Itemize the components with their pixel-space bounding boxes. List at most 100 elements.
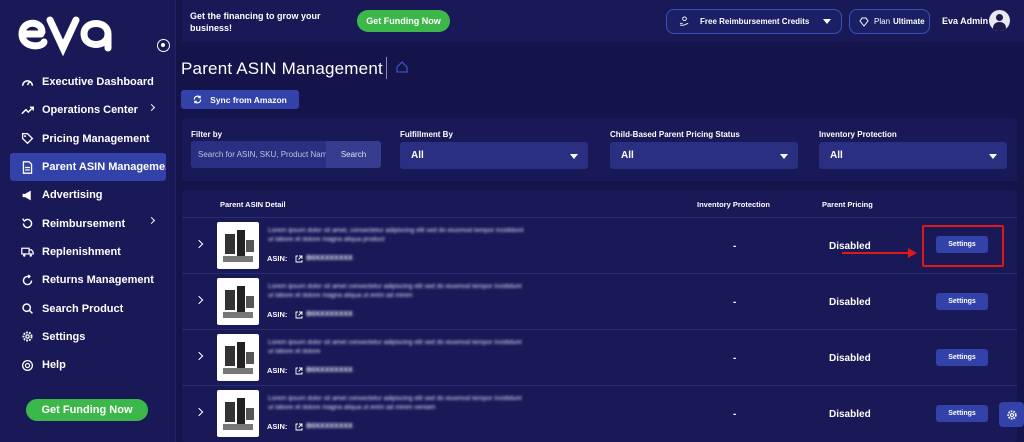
sidebar-collapse-button[interactable] (157, 39, 170, 52)
table-row: Lorem ipsum dolor sit amet consectetur a… (182, 329, 1017, 385)
product-title: Lorem ipsum dolor sit amet consectetur a… (268, 283, 522, 299)
asin-line: ASIN: B0XXXXXXXX (267, 366, 353, 375)
parent-pricing-status: Disabled (829, 241, 871, 252)
external-link-icon[interactable] (295, 423, 303, 431)
filter-panel: Filter by Search Fulfillment By All Chil… (182, 118, 1017, 181)
sidebar-item-label: Executive Dashboard (42, 76, 154, 89)
inventory-protection-label: Inventory Protection (819, 130, 897, 139)
caret-down-icon (989, 154, 997, 159)
sidebar-item-reimbursement[interactable]: Reimbursement (10, 209, 166, 237)
refund-icon (21, 217, 34, 230)
home-icon[interactable] (396, 61, 408, 73)
plan-prefix: Plan (874, 17, 891, 26)
asin-label: ASIN: (267, 254, 288, 263)
external-link-icon[interactable] (295, 311, 303, 319)
price-tag-icon (21, 132, 34, 145)
settings-button[interactable]: Settings (936, 349, 988, 366)
child-pricing-select[interactable]: All (610, 142, 798, 169)
annotation-highlight-box (922, 225, 1004, 267)
inventory-protection-value: - (733, 241, 737, 252)
sidebar-item-executive-dashboard[interactable]: Executive Dashboard (10, 68, 166, 96)
reimbursement-credits-dropdown[interactable]: Free Reimbursement Credits (666, 9, 842, 34)
column-header-detail: Parent ASIN Detail (220, 200, 286, 209)
sidebar-item-returns-management[interactable]: Returns Management (10, 266, 166, 294)
sidebar-item-label: Replenishment (42, 245, 121, 258)
sidebar-item-help[interactable]: Help (10, 351, 166, 379)
column-header-pricing: Parent Pricing (822, 200, 873, 209)
parent-pricing-status: Disabled (829, 353, 871, 364)
sidebar-item-label: Help (42, 359, 66, 372)
eva-logo[interactable] (16, 10, 116, 56)
product-thumbnail[interactable] (217, 334, 259, 381)
chevron-right-icon (147, 217, 156, 225)
asin-label: ASIN: (267, 422, 288, 431)
fulfillment-select[interactable]: All (400, 142, 588, 169)
asin-value[interactable]: B0XXXXXXXX (306, 311, 352, 318)
fulfillment-value: All (411, 150, 424, 161)
table-row: Lorem ipsum dolor sit amet, consectetur … (182, 217, 1017, 273)
table-row: Lorem ipsum dolor sit amet consectetur a… (182, 273, 1017, 329)
sync-icon (193, 95, 202, 104)
settings-button[interactable]: Settings (936, 293, 988, 310)
caret-down-icon (570, 154, 578, 159)
expand-row-chevron-icon[interactable] (194, 407, 204, 417)
sidebar-item-settings[interactable]: Settings (10, 323, 166, 351)
column-header-inventory: Inventory Protection (697, 200, 770, 209)
avatar[interactable] (989, 10, 1010, 31)
product-thumbnail[interactable] (217, 278, 259, 325)
caret-down-icon (780, 154, 788, 159)
search-icon (21, 302, 34, 315)
plan-badge[interactable]: Plan Ultimate (849, 9, 930, 34)
inventory-protection-value: All (830, 150, 843, 161)
expand-row-chevron-icon[interactable] (194, 295, 204, 305)
sidebar-get-funding-button[interactable]: Get Funding Now (26, 399, 148, 421)
hand-coin-icon (679, 16, 689, 26)
expand-row-chevron-icon[interactable] (194, 239, 204, 249)
sync-from-amazon-button[interactable]: Sync from Amazon (181, 90, 299, 109)
topbar-get-funding-button[interactable]: Get Funding Now (357, 10, 450, 32)
asin-line: ASIN: B0XXXXXXXX (267, 254, 353, 263)
sidebar-item-label: Reimbursement (42, 217, 126, 230)
product-thumbnail[interactable] (217, 390, 259, 437)
gear-icon (1006, 409, 1017, 420)
sidebar-item-label: Operations Center (42, 104, 138, 117)
gauge-icon (21, 76, 34, 89)
settings-button[interactable]: Settings (936, 405, 988, 422)
credits-label: Free Reimbursement Credits (700, 17, 810, 26)
asin-line: ASIN: B0XXXXXXXX (267, 310, 353, 319)
product-title: Lorem ipsum dolor sit amet, consectetur … (268, 227, 524, 243)
product-title: Lorem ipsum dolor sit amet consectetur a… (268, 395, 522, 411)
asin-label: ASIN: (267, 366, 288, 375)
sidebar-item-parent-asin-management[interactable]: Parent ASIN Manageme... (10, 152, 166, 182)
sidebar-item-pricing-management[interactable]: Pricing Management (10, 125, 166, 153)
product-thumbnail[interactable] (217, 222, 259, 269)
parent-asin-table: Parent ASIN Detail Inventory Protection … (182, 190, 1017, 442)
sidebar-item-advertising[interactable]: Advertising (10, 181, 166, 209)
user-name[interactable]: Eva Admin (942, 16, 988, 26)
truck-icon (21, 245, 34, 258)
sidebar-item-operations-center[interactable]: Operations Center (10, 96, 166, 124)
asin-value[interactable]: B0XXXXXXXX (306, 367, 352, 374)
asin-value[interactable]: B0XXXXXXXX (306, 423, 352, 430)
financing-promo-text: Get the financing to grow your business! (190, 11, 321, 33)
fulfillment-label: Fulfillment By (400, 130, 453, 139)
sidebar-item-label: Parent ASIN Manageme... (42, 161, 166, 174)
external-link-icon[interactable] (295, 367, 303, 375)
search-button[interactable]: Search (326, 141, 381, 168)
expand-row-chevron-icon[interactable] (194, 351, 204, 361)
asin-value[interactable]: B0XXXXXXXX (306, 255, 352, 262)
page-title: Parent ASIN Management (181, 59, 383, 78)
floating-settings-button[interactable] (999, 402, 1024, 427)
sidebar-item-label: Returns Management (42, 274, 154, 287)
search-input[interactable] (191, 150, 326, 159)
gear-icon (21, 330, 34, 343)
sidebar-item-label: Pricing Management (42, 132, 150, 145)
sidebar-item-search-product[interactable]: Search Product (10, 294, 166, 322)
sidebar-item-replenishment[interactable]: Replenishment (10, 238, 166, 266)
sync-label: Sync from Amazon (210, 94, 287, 105)
search-box: Search (191, 141, 381, 168)
external-link-icon[interactable] (295, 255, 303, 263)
inventory-protection-value: - (733, 297, 737, 308)
table-row: Lorem ipsum dolor sit amet consectetur a… (182, 385, 1017, 441)
inventory-protection-select[interactable]: All (819, 142, 1007, 169)
